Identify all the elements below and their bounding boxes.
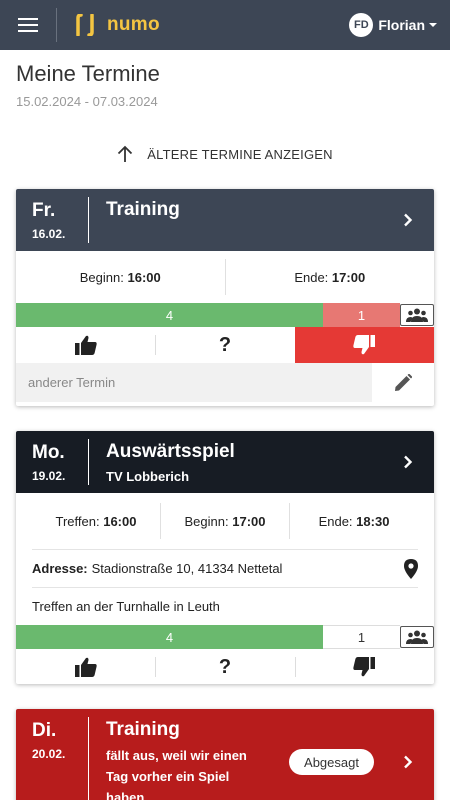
event-times: Treffen: 16:00 Beginn: 17:00 Ende: 18:30 bbox=[32, 493, 418, 549]
event-date: 19.02. bbox=[32, 469, 66, 483]
event-weekday: Mo. bbox=[32, 442, 65, 463]
caret-down-icon bbox=[428, 20, 438, 30]
open-count-segment: 1 bbox=[323, 625, 400, 649]
participants-button[interactable] bbox=[400, 626, 434, 648]
event-card: Fr. 16.02. Training Beginn: 16:00 Ende: … bbox=[16, 189, 434, 406]
chevron-right-icon[interactable] bbox=[400, 212, 416, 228]
absence-reason[interactable]: anderer Termin bbox=[16, 375, 372, 390]
chevron-right-icon[interactable] bbox=[400, 754, 416, 770]
vote-no-button[interactable] bbox=[294, 649, 434, 684]
date-range: 15.02.2024 - 07.03.2024 bbox=[16, 94, 158, 109]
event-address: Adresse: Stadionstraße 10, 41334 Netteta… bbox=[32, 549, 418, 587]
header-divider bbox=[88, 439, 89, 485]
vote-yes-button[interactable] bbox=[16, 327, 155, 363]
user-name: Florian bbox=[378, 17, 425, 33]
appbar-divider bbox=[56, 8, 57, 42]
pencil-icon bbox=[395, 373, 412, 391]
address-text: Stadionstraße 10, 41334 Nettetal bbox=[91, 561, 283, 576]
vote-maybe-button[interactable]: ? bbox=[155, 327, 294, 363]
address-label: Adresse: bbox=[32, 561, 88, 576]
thumbs-down-icon bbox=[353, 657, 376, 677]
meet-time: Treffen: 16:00 bbox=[55, 513, 137, 529]
thumbs-up-icon bbox=[74, 657, 97, 677]
event-header[interactable]: Fr. 16.02. Training bbox=[16, 189, 434, 251]
response-bar: 4 1 bbox=[16, 303, 434, 327]
question-mark-icon: ? bbox=[218, 333, 232, 356]
show-older-events-button[interactable]: ÄLTERE TERMINE ANZEIGEN bbox=[0, 142, 450, 166]
event-opponent: TV Lobberich bbox=[106, 469, 190, 484]
event-weekday: Di. bbox=[32, 720, 57, 741]
event-header[interactable]: Di. 20.02. Training fällt aus, weil wir … bbox=[16, 709, 434, 800]
vote-yes-button[interactable] bbox=[16, 649, 155, 684]
event-title: Training bbox=[106, 719, 180, 740]
header-divider bbox=[88, 717, 89, 800]
event-title: Training bbox=[106, 199, 180, 220]
vote-buttons: ? bbox=[16, 649, 434, 684]
group-icon bbox=[406, 308, 428, 322]
event-header[interactable]: Mo. 19.02. Auswärtsspiel TV Lobberich bbox=[16, 431, 434, 493]
cancellation-reason-line: fällt aus, weil wir einen bbox=[106, 748, 247, 763]
start-time: Beginn: 17:00 bbox=[184, 513, 266, 529]
avatar: FD bbox=[349, 13, 374, 37]
end-time: Ende: 17:00 bbox=[294, 269, 366, 285]
event-times: Beginn: 16:00 Ende: 17:00 bbox=[16, 251, 434, 303]
thumbs-up-icon bbox=[74, 335, 97, 355]
group-icon bbox=[406, 630, 428, 644]
cancellation-reason-line: haben bbox=[106, 790, 145, 800]
start-time: Beginn: 16:00 bbox=[79, 269, 161, 285]
user-menu[interactable]: FD Florian bbox=[349, 13, 438, 37]
page-title: Meine Termine bbox=[16, 61, 160, 86]
participants-button[interactable] bbox=[400, 304, 434, 326]
app-bar: numo FD Florian bbox=[0, 0, 450, 50]
map-pin-icon[interactable] bbox=[404, 558, 418, 579]
menu-button[interactable] bbox=[0, 0, 56, 50]
vote-buttons: ? bbox=[16, 327, 434, 363]
event-title: Auswärtsspiel bbox=[106, 441, 235, 462]
chevron-right-icon[interactable] bbox=[400, 454, 416, 470]
event-card: Mo. 19.02. Auswärtsspiel TV Lobberich Tr… bbox=[16, 431, 434, 684]
event-card: Di. 20.02. Training fällt aus, weil wir … bbox=[16, 709, 434, 800]
end-time: Ende: 18:30 bbox=[318, 513, 390, 529]
status-badge: Abgesagt bbox=[289, 749, 374, 775]
cancellation-reason: fällt aus, weil wir einen Tag vorher ein… bbox=[106, 745, 266, 800]
numo-logo-icon bbox=[76, 14, 94, 36]
event-date: 20.02. bbox=[32, 747, 66, 761]
hamburger-menu-icon bbox=[18, 18, 38, 32]
event-note: Treffen an der Turnhalle in Leuth bbox=[32, 587, 418, 625]
absence-reason-row: anderer Termin bbox=[16, 363, 434, 402]
question-mark-icon: ? bbox=[218, 655, 232, 678]
header-divider bbox=[88, 197, 89, 243]
response-bar: 4 1 bbox=[16, 625, 434, 649]
event-weekday: Fr. bbox=[32, 200, 56, 221]
thumbs-down-icon bbox=[353, 335, 376, 355]
cancellation-reason-line: Tag vorher ein Spiel bbox=[106, 769, 230, 784]
yes-count-segment: 4 bbox=[16, 303, 323, 327]
yes-count-segment: 4 bbox=[16, 625, 323, 649]
app-logo[interactable]: numo bbox=[75, 14, 160, 36]
show-older-events-label: ÄLTERE TERMINE ANZEIGEN bbox=[147, 146, 333, 162]
event-date: 16.02. bbox=[32, 227, 66, 241]
vote-no-button[interactable] bbox=[294, 327, 434, 363]
vote-maybe-button[interactable]: ? bbox=[155, 649, 294, 684]
app-name: numo bbox=[107, 14, 160, 35]
edit-reason-button[interactable] bbox=[372, 363, 434, 402]
no-count-segment: 1 bbox=[323, 303, 400, 327]
arrow-up-icon bbox=[118, 145, 133, 162]
